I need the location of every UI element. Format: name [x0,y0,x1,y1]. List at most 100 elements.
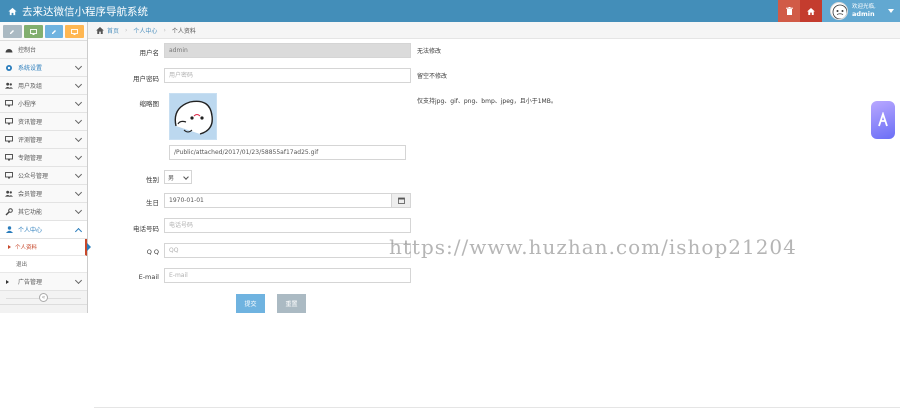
home-icon [96,26,104,34]
floating-assistant-button[interactable] [871,101,895,139]
email-input[interactable] [164,268,411,283]
thumbnail-image[interactable] [169,93,217,140]
breadcrumb-current: 个人资料 [171,27,196,35]
chevron-down-icon [74,62,83,71]
qq-input[interactable] [164,243,411,258]
qq-label: Q Q [146,248,159,256]
desktop-icon [71,28,79,35]
avatar-face-icon [832,4,847,19]
desktop-icon [5,154,13,162]
submit-button[interactable]: 提交 [236,294,265,313]
chevron-down-icon [74,170,83,179]
breadcrumb-separator: › [163,26,166,34]
email-label: E-mail [138,273,159,281]
welcome-text: 欢迎光临, admin [852,4,876,18]
app-title: 去来达微信小程序导航系统 [22,6,148,18]
users-icon [5,82,13,90]
breadcrumb: 首页 › 个人中心 › 个人资料 [88,22,900,39]
chevron-down-icon [183,174,189,180]
sidebar-item-users[interactable]: 用户及组 [0,77,87,95]
chevron-down-icon [74,188,83,197]
user-menu[interactable]: 欢迎光临, admin [822,0,900,22]
sidebar-item-topics[interactable]: 专题管理 [0,149,87,167]
home-icon [8,7,17,16]
username: admin [852,10,875,18]
active-pointer [87,243,91,251]
reset-button[interactable]: 重置 [277,294,306,313]
sidebar-item-personal-center[interactable]: 个人中心 [0,221,87,239]
sidebar-item-settings[interactable]: 系统设置 [0,59,87,77]
desktop-icon [5,136,13,144]
trash-icon [785,7,793,15]
sidebar-item-other[interactable]: 其它功能 [0,203,87,221]
user-icon [5,226,13,234]
dashboard-icon [5,46,13,54]
pencil-icon [51,29,56,34]
sidebar-item-miniprogram[interactable]: 小程序 [0,95,87,113]
thumbnail-path-input[interactable] [169,145,406,160]
caret-right-icon [6,280,9,284]
chevron-down-icon [74,98,83,107]
sidebar-item-dashboard[interactable]: 控制台 [0,41,87,59]
footer-divider [94,407,900,408]
shortcut-desktop-button[interactable] [65,25,84,38]
sidebar-item-members[interactable]: 会员管理 [0,185,87,203]
desktop-icon [5,118,13,126]
chevron-down-icon [74,80,83,89]
password-label: 用户密码 [133,75,159,83]
calendar-icon [397,197,405,204]
username-hint: 无法修改 [417,48,442,55]
desktop-icon [5,172,13,180]
sidebar-item-official-accounts[interactable]: 公众号管理 [0,167,87,185]
shortcut-edit-button[interactable] [44,25,64,38]
birthday-label: 生日 [146,199,159,207]
chevron-down-icon [74,116,83,125]
sidebar-collapse-button[interactable]: « [0,291,87,305]
username-label: 用户名 [139,49,160,57]
calendar-button[interactable] [391,193,411,208]
sidebar: 控制台 系统设置 用户及组 小程序 资讯管理 评测管理 专题管理 公众号管理 会… [0,22,91,313]
home-button[interactable] [800,0,822,22]
thumbnail-label: 缩略图 [139,100,160,108]
phone-label: 电话号码 [133,225,159,233]
assistant-logo-icon [878,112,888,127]
sidebar-subitem-logout[interactable]: 退出 [0,256,87,273]
gender-label: 性别 [146,176,159,184]
gender-select[interactable]: 男 [164,170,192,184]
birthday-input[interactable] [164,193,392,208]
trash-button[interactable] [778,0,800,22]
sidebar-subitem-profile[interactable]: 个人资料 [0,239,91,256]
top-navbar: 去来达微信小程序导航系统 欢迎光临, admin [0,0,900,22]
username-input[interactable] [164,43,411,58]
wrench-icon [5,207,13,216]
pencil-icon [10,29,15,34]
avatar [830,2,848,20]
shortcut-monitor-button[interactable] [23,25,43,38]
gear-icon [5,64,13,72]
shortcut-buttons [0,22,87,41]
watermark-text: https://www.huzhan.com/ishop21204 [389,235,797,259]
sidebar-item-reviews[interactable]: 评测管理 [0,131,87,149]
password-hint: 留空不修改 [417,73,448,80]
chevron-down-icon [74,206,83,215]
chevron-down-icon [74,276,83,285]
breadcrumb-home[interactable]: 首页 [107,26,119,35]
phone-input[interactable] [164,218,411,233]
shortcut-pencil-button[interactable] [3,25,22,38]
breadcrumb-section[interactable]: 个人中心 [133,26,157,35]
house-icon [807,7,815,15]
password-input[interactable] [164,68,411,83]
breadcrumb-separator: › [125,26,128,34]
caret-right-icon [8,245,11,249]
sidebar-item-ads[interactable]: 广告管理 [0,273,87,291]
double-chevron-left-icon: « [39,293,48,302]
users-icon [5,190,13,198]
chevron-up-icon [74,227,83,236]
desktop-icon [5,100,13,108]
caret-down-icon [888,9,894,13]
thumbnail-face-icon [174,100,213,135]
thumbnail-hint: 仅支持jpg、gif、png、bmp、jpeg，且小于1MB。 [417,98,557,105]
monitor-icon [29,28,37,35]
brand[interactable]: 去来达微信小程序导航系统 [8,4,148,19]
sidebar-item-news[interactable]: 资讯管理 [0,113,87,131]
